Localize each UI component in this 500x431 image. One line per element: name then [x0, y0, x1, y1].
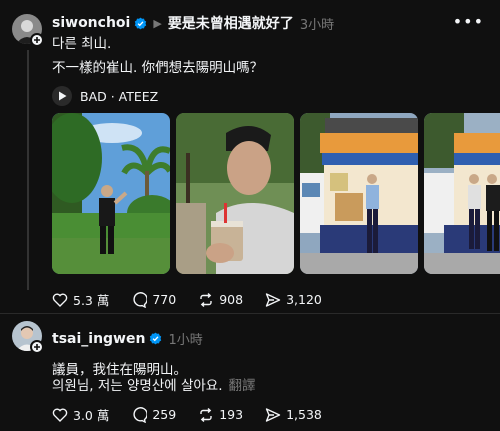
like-count: 5.3 萬	[73, 293, 110, 308]
comment-count: 770	[152, 292, 177, 307]
post1-username[interactable]: siwonchoi	[52, 15, 130, 31]
post-divider	[0, 313, 500, 314]
share-button[interactable]: 3,120	[265, 292, 322, 308]
comment-button[interactable]: 770	[131, 291, 177, 308]
translate-link[interactable]: 翻譯	[229, 378, 256, 394]
like-button[interactable]: 3.0 萬	[52, 405, 109, 424]
repost-count: 908	[219, 292, 244, 307]
photo-garden[interactable]	[52, 113, 170, 274]
repost-icon	[200, 407, 212, 422]
post1-avatar[interactable]	[12, 14, 44, 47]
share-count: 3,120	[286, 292, 322, 307]
repost-button[interactable]: 908	[198, 292, 243, 308]
repost-button[interactable]: 193	[198, 407, 243, 423]
post2-text-line2: 의원님, 저는 양명산에 살아요. 翻譯	[52, 376, 256, 396]
heart-icon	[52, 293, 68, 307]
photo-selfie[interactable]	[176, 113, 294, 274]
post1-time: 3小時	[299, 17, 335, 33]
post2-text-line2-content: 의원님, 저는 양명산에 살아요.	[52, 378, 223, 394]
repost-count: 193	[219, 407, 244, 422]
share-count: 1,538	[286, 407, 322, 422]
comment-button[interactable]: 259	[131, 406, 177, 423]
post1-more-icon[interactable]: •••	[453, 12, 484, 31]
comment-count: 259	[152, 407, 177, 422]
like-count: 3.0 萬	[73, 408, 110, 423]
post2-username[interactable]: tsai_ingwen	[52, 331, 145, 347]
post2-header: tsai_ingwen 1小時	[52, 329, 203, 349]
post1-actions: 5.3 萬 770 908 3,120	[52, 290, 344, 309]
photo-food-truck[interactable]	[300, 113, 418, 274]
heart-icon	[52, 408, 68, 422]
music-title: BAD · ATEEZ	[80, 88, 159, 104]
play-icon[interactable]	[52, 86, 72, 106]
follow-plus-icon[interactable]	[30, 33, 44, 47]
follow-plus-icon[interactable]	[30, 340, 44, 354]
post1-header: siwonchoi ▶ 要是未曾相遇就好了 3小時	[52, 13, 334, 33]
thread-arrow-icon: ▶	[153, 16, 162, 30]
photo-carousel[interactable]	[52, 113, 500, 274]
share-button[interactable]: 1,538	[265, 407, 322, 423]
comment-icon	[133, 406, 148, 423]
verified-badge-icon	[135, 17, 147, 29]
post2-time: 1小時	[168, 333, 203, 348]
post2-actions: 3.0 萬 259 193 1,538	[52, 405, 344, 424]
post2-avatar[interactable]	[12, 321, 44, 354]
thread-line	[27, 50, 29, 290]
repost-icon	[200, 292, 212, 307]
post1-text-line2: 不一樣的崔山. 你們想去陽明山嗎？	[52, 60, 264, 76]
comment-icon	[133, 291, 148, 308]
like-button[interactable]: 5.3 萬	[52, 290, 109, 309]
post1-text-line1: 다른 최山.	[52, 36, 112, 52]
share-icon	[265, 292, 281, 307]
music-attachment[interactable]: BAD · ATEEZ	[52, 86, 158, 106]
share-icon	[265, 407, 281, 422]
verified-badge-icon	[150, 332, 162, 345]
post1-thread-title[interactable]: 要是未曾相遇就好了	[168, 13, 294, 33]
photo-food-truck-group[interactable]	[424, 113, 500, 274]
